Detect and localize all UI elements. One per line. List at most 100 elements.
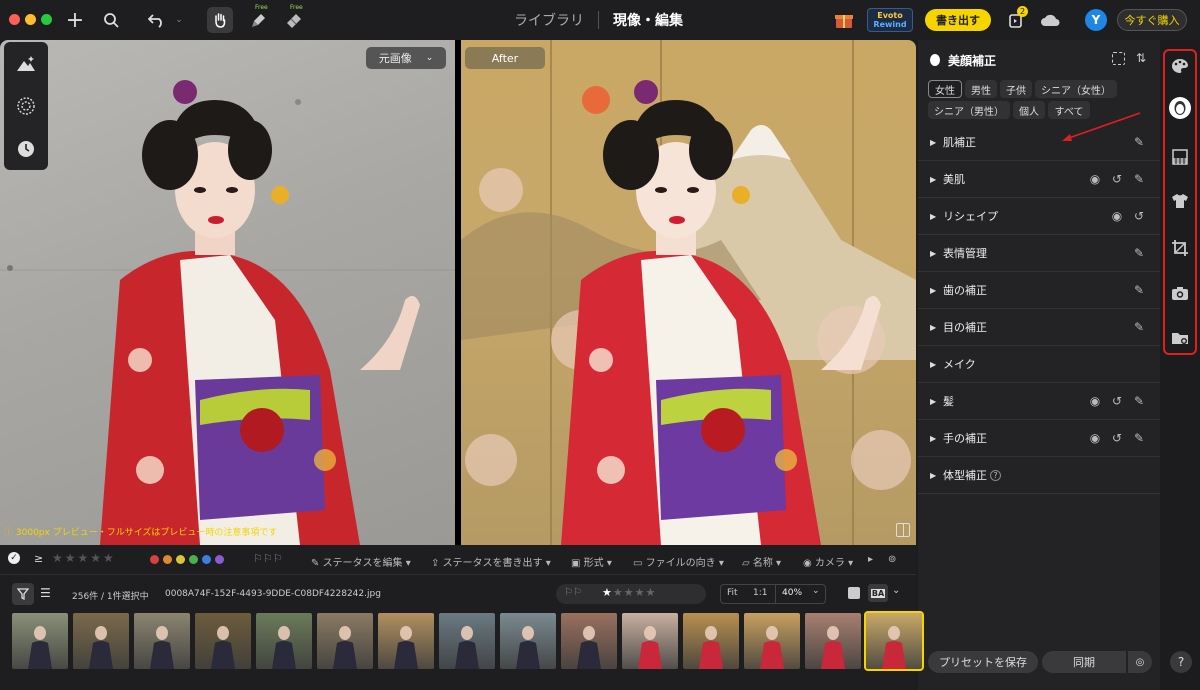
- save-preset-button[interactable]: プリセットを保存: [928, 651, 1038, 673]
- palette-icon[interactable]: [1169, 55, 1191, 77]
- thumbnail[interactable]: [12, 613, 68, 669]
- texture-icon[interactable]: [14, 94, 38, 118]
- thumbnail[interactable]: [744, 613, 800, 669]
- camera-icon[interactable]: [1169, 282, 1191, 304]
- expand-triangle-icon[interactable]: ▶: [930, 360, 936, 369]
- export-button[interactable]: 書き出す: [925, 9, 991, 31]
- star-rating[interactable]: ★★★★★: [602, 586, 656, 599]
- eraser-tool-icon[interactable]: [283, 8, 305, 32]
- edit-icon[interactable]: ✎: [1132, 135, 1146, 149]
- reset-icon[interactable]: ↺: [1132, 209, 1146, 223]
- evoto-rewind-badge[interactable]: Evoto Rewind: [867, 8, 913, 32]
- edit-icon[interactable]: ✎: [1132, 394, 1146, 408]
- thumbnail[interactable]: [622, 613, 678, 669]
- before-after-view-button[interactable]: BA: [868, 584, 888, 602]
- toggle-icon[interactable]: ✓: [8, 552, 20, 564]
- filter-icon[interactable]: [12, 583, 34, 605]
- color-label-dot[interactable]: [215, 555, 224, 564]
- visibility-icon[interactable]: ◉: [1088, 394, 1102, 408]
- adjustment-section[interactable]: ▶ 歯の補正 ✎: [918, 272, 1160, 309]
- adjustment-section[interactable]: ▶ 美肌 ◉ ↺ ✎: [918, 161, 1160, 198]
- adjustment-section[interactable]: ▶ メイク: [918, 346, 1160, 383]
- star-rating-filter[interactable]: ★★★★★: [52, 551, 116, 565]
- single-view-icon[interactable]: [848, 587, 860, 599]
- thumbnail[interactable]: [561, 613, 617, 669]
- sort-icon[interactable]: ☰: [40, 586, 51, 600]
- edit-icon[interactable]: ✎: [1132, 246, 1146, 260]
- sync-button[interactable]: 同期: [1042, 651, 1126, 673]
- expand-triangle-icon[interactable]: ▶: [930, 138, 936, 147]
- edit-status-filter[interactable]: ✎ ステータスを編集 ▾: [311, 554, 411, 569]
- visibility-icon[interactable]: ◉: [1088, 431, 1102, 445]
- before-image-selector[interactable]: 元画像 ⌄: [366, 47, 446, 69]
- expand-triangle-icon[interactable]: ▶: [930, 323, 936, 332]
- thumbnail[interactable]: [317, 613, 373, 669]
- preset-chip-senior-male[interactable]: シニア（男性）: [928, 101, 1010, 119]
- thumbnail[interactable]: [500, 613, 556, 669]
- edit-icon[interactable]: ✎: [1132, 431, 1146, 445]
- thumbnail[interactable]: [73, 613, 129, 669]
- hand-tool-icon[interactable]: [207, 7, 233, 33]
- auto-enhance-icon[interactable]: [14, 52, 38, 76]
- color-label-dot[interactable]: [176, 555, 185, 564]
- thumbnail[interactable]: [683, 613, 739, 669]
- buy-now-button[interactable]: 今すぐ購入: [1117, 9, 1187, 31]
- camera-filter[interactable]: ◉ カメラ ▾: [803, 554, 853, 569]
- reset-icon[interactable]: ↺: [1110, 394, 1124, 408]
- expand-triangle-icon[interactable]: ▶: [930, 397, 936, 406]
- user-avatar[interactable]: Y: [1085, 9, 1107, 31]
- help-button[interactable]: ?: [1170, 651, 1192, 673]
- preset-chip-senior-female[interactable]: シニア（女性）: [1035, 80, 1117, 98]
- expand-triangle-icon[interactable]: ▶: [930, 286, 936, 295]
- orientation-filter[interactable]: ▭ ファイルの向き ▾: [633, 554, 724, 569]
- thumbnail[interactable]: [439, 613, 495, 669]
- thumbnail[interactable]: [256, 613, 312, 669]
- thumbnail[interactable]: [195, 613, 251, 669]
- expand-triangle-icon[interactable]: ▶: [930, 175, 936, 184]
- zoom-level-select[interactable]: 40%: [782, 588, 802, 598]
- clothing-icon[interactable]: [1169, 190, 1191, 212]
- export-status-filter[interactable]: ⇪ ステータスを書き出す ▾: [431, 554, 551, 569]
- expand-triangle-icon[interactable]: ▶: [930, 471, 936, 480]
- rating-comparison-symbol[interactable]: ≥: [34, 552, 43, 565]
- close-window-button[interactable]: [9, 14, 20, 25]
- adjustment-section[interactable]: ▶ 体型補正?: [918, 457, 1160, 494]
- visibility-icon[interactable]: ◉: [1088, 172, 1102, 186]
- edit-icon[interactable]: ✎: [1132, 283, 1146, 297]
- reset-icon[interactable]: ↺: [1110, 172, 1124, 186]
- adjustment-section[interactable]: ▶ 手の補正 ◉ ↺ ✎: [918, 420, 1160, 457]
- add-icon[interactable]: +: [64, 8, 86, 33]
- thumbnail[interactable]: [805, 613, 861, 669]
- preset-chip-female[interactable]: 女性: [928, 80, 962, 98]
- expand-triangle-icon[interactable]: ▶: [930, 212, 936, 221]
- sync-settings-icon[interactable]: ◎: [1128, 651, 1152, 673]
- face-select-icon[interactable]: [1112, 52, 1125, 65]
- more-filters-arrow-icon[interactable]: ▸: [868, 554, 873, 565]
- background-icon[interactable]: [1169, 146, 1191, 168]
- compare-toggle-icon[interactable]: ⇅: [1136, 51, 1146, 65]
- maximize-window-button[interactable]: [41, 14, 52, 25]
- edit-icon[interactable]: ✎: [1132, 172, 1146, 186]
- format-filter[interactable]: ▣ 形式 ▾: [571, 554, 612, 569]
- view-mode-chevron-icon[interactable]: ⌄: [892, 585, 900, 596]
- one-to-one-button[interactable]: 1:1: [753, 588, 767, 598]
- adjustment-section[interactable]: ▶ リシェイプ ◉ ↺: [918, 198, 1160, 235]
- color-label-dot[interactable]: [163, 555, 172, 564]
- color-label-dot[interactable]: [202, 555, 211, 564]
- color-label-dot[interactable]: [150, 555, 159, 564]
- name-filter[interactable]: ▱ 名称 ▾: [742, 554, 781, 569]
- folder-preset-icon[interactable]: [1169, 327, 1191, 349]
- before-image[interactable]: [0, 40, 455, 545]
- cloud-icon[interactable]: [1039, 8, 1061, 32]
- undo-icon[interactable]: [146, 8, 168, 32]
- adjustment-section[interactable]: ▶ 表情管理 ✎: [918, 235, 1160, 272]
- preset-chip-personal[interactable]: 個人: [1013, 101, 1045, 119]
- after-image[interactable]: [461, 40, 916, 545]
- tab-develop-edit[interactable]: 現像・編集: [599, 10, 697, 30]
- thumbnail[interactable]: [134, 613, 190, 669]
- color-label-filter[interactable]: [150, 555, 228, 564]
- search-icon[interactable]: [100, 8, 122, 32]
- split-view-icon[interactable]: [896, 523, 910, 537]
- expand-triangle-icon[interactable]: ▶: [930, 434, 936, 443]
- preset-chip-male[interactable]: 男性: [965, 80, 997, 98]
